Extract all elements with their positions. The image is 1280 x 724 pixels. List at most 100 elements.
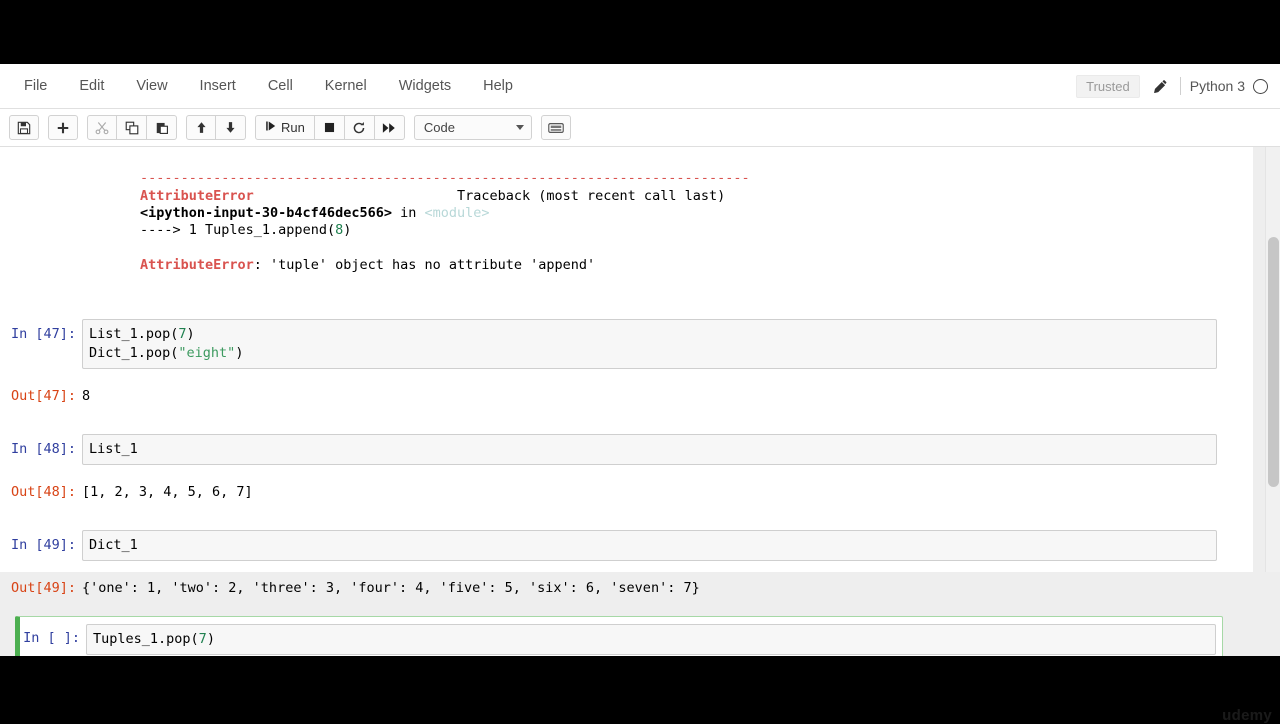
traceback-title: Traceback (most recent call last) [457, 187, 726, 204]
traceback-frame-code-head: Tuples_1.append( [205, 222, 336, 239]
out-prompt-48: Out[48]: [10, 484, 76, 501]
output-text-48: [1, 2, 3, 4, 5, 6, 7] [82, 484, 253, 501]
trusted-badge: Trusted [1076, 74, 1140, 98]
traceback-output: ----------------------------------------… [0, 147, 1253, 291]
output-text-47: 8 [82, 388, 91, 405]
pencil-icon[interactable] [1150, 75, 1172, 97]
notebook-cell-selected[interactable]: In [ ]: Tuples_1.pop(7) [15, 616, 1223, 656]
code-input-47[interactable]: List_1.pop(7) Dict_1.pop("eight") [82, 319, 1217, 370]
toolbar: Run Code [0, 109, 1280, 147]
traceback-module-ref: <module> [424, 204, 490, 221]
menu-item-help[interactable]: Help [467, 72, 529, 100]
arrow-up-icon[interactable] [186, 115, 216, 140]
traceback-in-word: in [400, 204, 417, 221]
run-label: Run [281, 120, 305, 135]
plus-icon[interactable] [48, 115, 78, 140]
paste-icon[interactable] [147, 115, 177, 140]
in-prompt-49: In [49]: [10, 537, 76, 554]
notebook-cell-48-output: Out[48]: [1, 2, 3, 4, 5, 6, 7] [0, 477, 1253, 502]
chevron-down-icon [515, 125, 524, 130]
toolbar-group-save [9, 115, 39, 140]
traceback-frame-code-num: 8 [335, 222, 344, 239]
menu-item-kernel[interactable]: Kernel [309, 72, 383, 100]
code-selected-head: Tuples_1.pop( [93, 631, 199, 648]
toolbar-group-palette [540, 115, 571, 140]
output-text-49: {'one': 1, 'two': 2, 'three': 3, 'four':… [82, 580, 700, 597]
code-selected-tail: ) [206, 631, 215, 648]
stop-square-icon[interactable] [314, 115, 345, 140]
menu-separator [1179, 77, 1181, 95]
cell-type-select[interactable]: Code [413, 115, 532, 140]
traceback-dashes: ----------------------------------------… [140, 170, 750, 187]
menu-bar: File Edit View Insert Cell Kernel Widget… [0, 64, 1280, 109]
code-47-line1-head: List_1.pop( [89, 326, 179, 343]
restart-circle-icon[interactable] [344, 115, 375, 140]
traceback-blank-line [140, 239, 148, 255]
menu-item-insert[interactable]: Insert [184, 72, 252, 100]
watermark: udemy [1222, 707, 1272, 724]
code-47-line2-tail: ) [235, 345, 244, 362]
in-prompt-empty: In [ ]: [23, 630, 80, 647]
cell-type-value: Code [423, 120, 455, 135]
screen: File Edit View Insert Cell Kernel Widget… [0, 0, 1280, 724]
code-47-line1-tail: ) [186, 326, 195, 343]
menu-item-view[interactable]: View [120, 72, 183, 100]
traceback-message-rest: : 'tuple' object has no attribute 'appen… [253, 256, 596, 273]
traceback-message-name: AttributeError [140, 256, 254, 273]
letterbox-bottom: udemy [0, 656, 1280, 724]
kernel-idle-icon [1253, 78, 1268, 94]
copy-icon[interactable] [117, 115, 147, 140]
in-prompt-48: In [48]: [10, 441, 76, 458]
out-prompt-49: Out[49]: [10, 580, 76, 597]
jupyter-notebook-app: File Edit View Insert Cell Kernel Widget… [0, 64, 1280, 656]
traceback-frame-code-tail: ) [343, 222, 352, 239]
scissors-icon[interactable] [87, 115, 117, 140]
traceback-error-name: AttributeError [140, 187, 254, 204]
menu-item-widgets[interactable]: Widgets [383, 72, 467, 100]
traceback-file-ref: <ipython-input-30-b4cf46dec566> [140, 204, 392, 221]
menu-items: File Edit View Insert Cell Kernel Widget… [0, 72, 529, 100]
run-icon [265, 120, 277, 135]
notebook-cell-49-output: Out[49]: {'one': 1, 'two': 2, 'three': 3… [0, 573, 1253, 598]
menu-item-cell[interactable]: Cell [252, 72, 309, 100]
run-button[interactable]: Run [255, 115, 315, 140]
in-prompt-47: In [47]: [10, 326, 76, 343]
traceback-frame-arrow: ----> 1 [140, 222, 206, 239]
notebook-body: ----------------------------------------… [0, 147, 1253, 656]
arrow-down-icon[interactable] [216, 115, 246, 140]
traceback-gap [254, 188, 457, 204]
toolbar-group-insert [48, 115, 78, 140]
code-selected-num: 7 [198, 631, 207, 648]
menu-item-file[interactable]: File [8, 72, 63, 100]
code-input-selected[interactable]: Tuples_1.pop(7) [86, 624, 1216, 656]
out-prompt-47: Out[47]: [10, 388, 76, 405]
scrollbar-thumb[interactable] [1268, 237, 1279, 487]
keyboard-icon[interactable] [540, 115, 571, 140]
notebook-cell-47-input[interactable]: In [47]: List_1.pop(7) Dict_1.pop("eight… [0, 319, 1253, 370]
fast-forward-icon[interactable] [374, 115, 405, 140]
code-input-48[interactable]: List_1 [82, 434, 1217, 466]
notebook-cell-48-input[interactable]: In [48]: List_1 [0, 434, 1253, 466]
save-icon[interactable] [9, 115, 39, 140]
notebook-cell-49-input[interactable]: In [49]: Dict_1 [0, 530, 1253, 562]
code-47-line2-str: "eight" [178, 345, 236, 362]
notebook-canvas: ----------------------------------------… [0, 147, 1280, 656]
notebook-scrollbar[interactable] [1265, 147, 1280, 572]
toolbar-group-clipboard [87, 115, 177, 140]
toolbar-group-move [186, 115, 246, 140]
letterbox-top [0, 0, 1280, 64]
menu-bar-right: Trusted Python 3 [1076, 64, 1272, 108]
code-input-49[interactable]: Dict_1 [82, 530, 1217, 562]
menu-item-edit[interactable]: Edit [63, 72, 120, 100]
code-47-line2-head: Dict_1.pop( [89, 345, 179, 362]
kernel-name-label: Python 3 [1189, 78, 1245, 94]
code-47-line1-num: 7 [178, 326, 187, 343]
notebook-cell-47-output: Out[47]: 8 [0, 381, 1253, 406]
